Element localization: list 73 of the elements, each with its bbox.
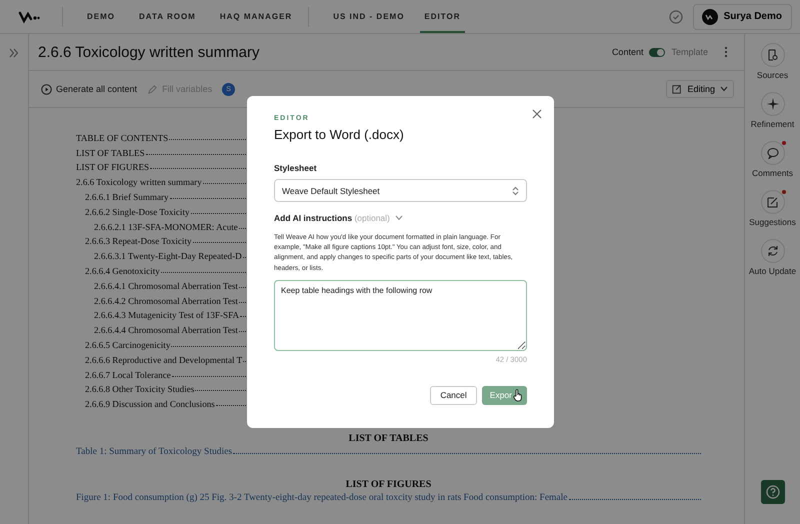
- rail-button[interactable]: [760, 239, 784, 263]
- toc-entry[interactable]: 2.6.6.4.3 Mutagenicity Test of 13F-SFA: [94, 310, 240, 320]
- toc-entry[interactable]: LIST OF FIGURES: [76, 162, 150, 172]
- toc-entry[interactable]: 2.6.6.7 Local Tolerance: [85, 370, 171, 380]
- notification-dot: [782, 141, 786, 145]
- toc-entry[interactable]: 2.6.6.2 Single-Dose Toxicity: [85, 206, 190, 217]
- play-icon: [41, 84, 52, 94]
- expand-icon[interactable]: [9, 48, 19, 58]
- chat-icon: [766, 147, 778, 159]
- editing-dropdown[interactable]: Editing: [666, 80, 734, 98]
- toggle-switch[interactable]: [649, 48, 666, 56]
- toc-entry[interactable]: 2.6.6.8 Other Toxicity Studies: [85, 384, 194, 394]
- chevron-down-icon: [720, 86, 728, 92]
- toc-entry[interactable]: 2.6.6.4 Genotoxicity: [85, 266, 160, 276]
- rail-button[interactable]: [760, 43, 784, 67]
- avatar-icon: [702, 8, 718, 24]
- instructions-field[interactable]: Keep table headings with the following row: [274, 280, 527, 351]
- user-button[interactable]: Surya Demo: [692, 4, 792, 30]
- help-icon: [766, 485, 780, 499]
- rail-button[interactable]: [760, 92, 784, 116]
- pen-icon: [147, 84, 158, 94]
- nav-tab[interactable]: DEMO: [75, 0, 127, 33]
- help-button[interactable]: [760, 480, 784, 504]
- document-search-icon: [766, 49, 778, 61]
- sparkle-icon: [766, 98, 778, 110]
- cancel-button[interactable]: Cancel: [430, 386, 477, 405]
- updown-icon: [512, 186, 519, 196]
- toc-entry[interactable]: 2.6.6.4.1 Chromosomal Aberration Test: [94, 280, 238, 291]
- rail-label: Suggestions: [748, 217, 797, 228]
- rail-button[interactable]: [760, 190, 784, 214]
- toc-entry[interactable]: TABLE OF CONTENTS: [76, 132, 168, 143]
- notification-dot: [782, 190, 786, 194]
- toc-entry[interactable]: 2.6.6.4.4 Chromosomal Aberration Test: [94, 325, 238, 336]
- toggle-label: Content: [612, 47, 644, 57]
- rail-label: Refinement: [750, 119, 796, 130]
- toc-entry[interactable]: 2.6.6.6 Reproductive and Developmental T: [85, 354, 242, 365]
- stylesheet-select[interactable]: Weave Default Stylesheet: [274, 179, 527, 202]
- rail-label: Comments: [750, 168, 794, 179]
- rail-label: Auto Update: [748, 266, 798, 277]
- list-entry-link[interactable]: Table 1: Summary of Toxicology Studies: [76, 447, 232, 458]
- chevron-down-icon[interactable]: [394, 215, 403, 221]
- logo-icon[interactable]: [18, 10, 40, 24]
- nav-tab[interactable]: HAQ MANAGER: [208, 0, 304, 33]
- rail-label: Sources: [756, 70, 790, 81]
- rail-button[interactable]: [760, 141, 784, 165]
- section-heading: LIST OF TABLES: [348, 433, 430, 444]
- hand-cursor-icon: [513, 388, 523, 402]
- dialog-title: Export to Word (.docx): [274, 127, 405, 142]
- generate-button[interactable]: Generate all content: [41, 84, 138, 94]
- document-title: 2.6.6 Toxicology written summary: [38, 44, 260, 60]
- toc-entry[interactable]: 2.6.6 Toxicology written summary: [76, 177, 202, 188]
- toc-entry[interactable]: 2.6.6.4.2 Chromosomal Aberration Test: [94, 296, 238, 306]
- toc-entry[interactable]: 2.6.6.3.1 Twenty-Eight-Day Repeated-D: [94, 251, 242, 262]
- toc-entry[interactable]: 2.6.6.1 Brief Summary: [85, 192, 169, 202]
- more-icon[interactable]: [724, 46, 728, 58]
- toc-entry[interactable]: 2.6.6.5 Carcinogenicity: [85, 340, 170, 350]
- nav-tab[interactable]: DATA ROOM: [127, 0, 208, 33]
- section-toggle[interactable]: Add AI instructions (optional): [274, 213, 390, 223]
- edit-icon: [672, 84, 682, 94]
- nav-tab[interactable]: EDITOR: [420, 0, 464, 33]
- field-label: Stylesheet: [274, 163, 318, 173]
- nav-tab[interactable]: US IND - DEMO: [321, 0, 416, 33]
- edit-note-icon: [766, 196, 778, 208]
- section-heading: LIST OF FIGURES: [344, 479, 432, 490]
- list-entry-link[interactable]: Figure 1: Food consumption (g) 25 Fig. 3-2 Twenty-eight-day repeated-dose oral toxcity study in rats Food consumption: Female: [76, 493, 568, 504]
- toggle-label: Template: [671, 47, 708, 57]
- toc-entry[interactable]: 2.6.6.2.1 13F-SFA-MONOMER: Acute: [94, 222, 238, 232]
- refresh-icon: [766, 245, 778, 257]
- toc-entry[interactable]: LIST OF TABLES: [76, 148, 145, 158]
- toc-entry[interactable]: 2.6.6.3 Repeat-Dose Toxicity: [85, 236, 192, 246]
- toc-entry[interactable]: 2.6.6.9 Discussion and Conclusions: [85, 399, 215, 410]
- check-circle-icon[interactable]: [668, 10, 683, 24]
- close-icon[interactable]: [532, 109, 542, 119]
